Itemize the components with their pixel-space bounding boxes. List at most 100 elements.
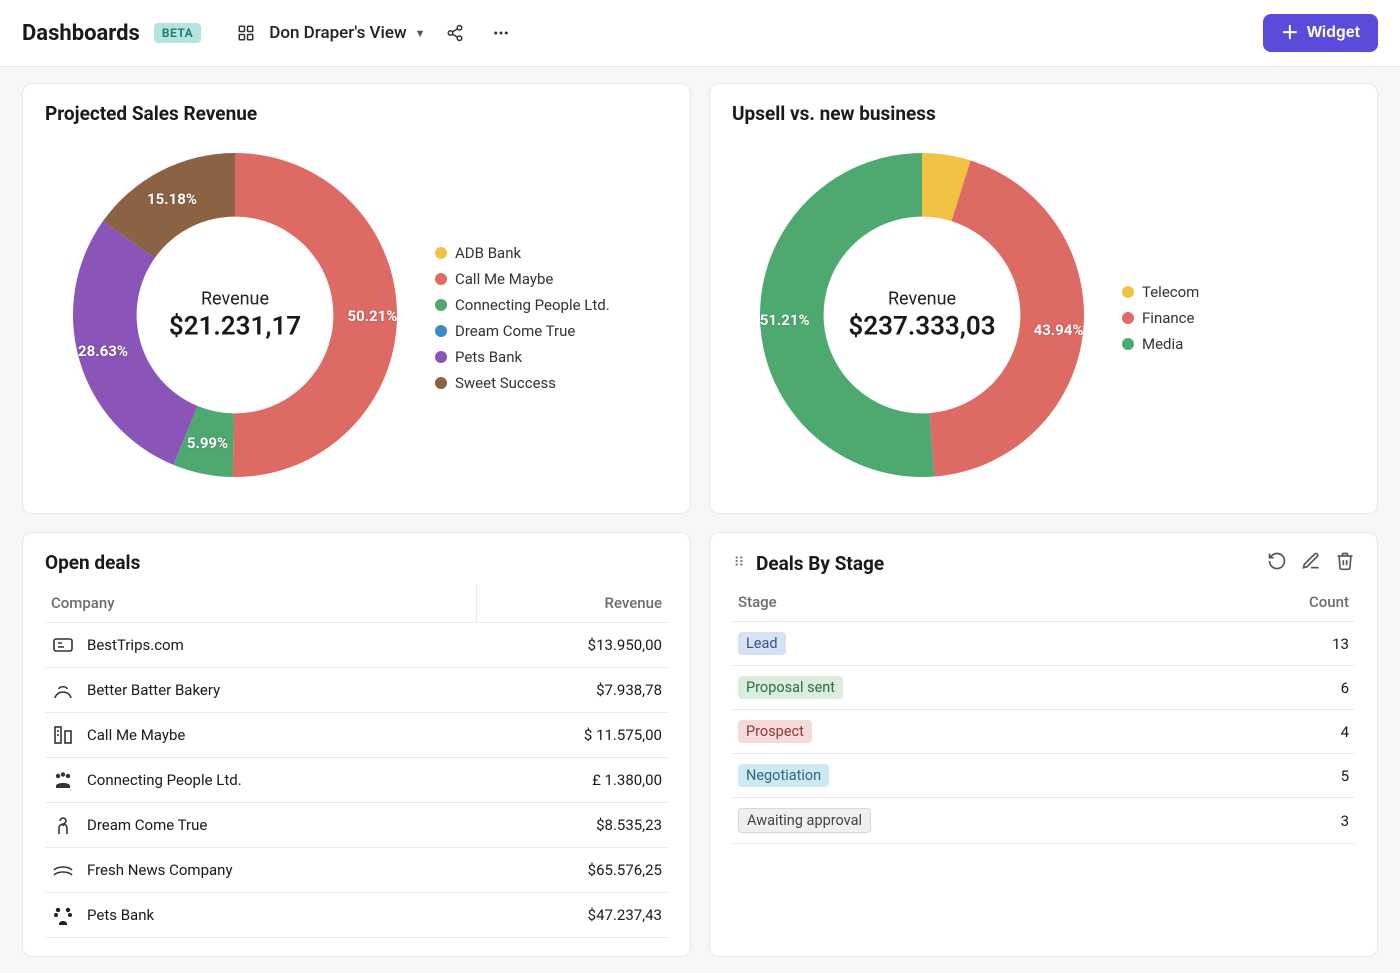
legend-dot-icon <box>1122 286 1134 298</box>
donut-slice-label: 50.21% <box>347 307 397 325</box>
table-row[interactable]: Connecting People Ltd.£ 1.380,00 <box>45 758 668 803</box>
undo-icon[interactable] <box>1267 551 1287 575</box>
col-count[interactable]: Count <box>1191 583 1355 622</box>
donut-center-value: $237.333,03 <box>848 312 995 342</box>
table-row[interactable]: Negotiation 5 <box>732 754 1355 798</box>
more-icon[interactable] <box>485 17 517 49</box>
revenue-cell: $13.950,00 <box>476 623 668 668</box>
add-widget-button[interactable]: ＋ Widget <box>1263 14 1378 52</box>
legend-dot-icon <box>435 247 447 259</box>
col-stage[interactable]: Stage <box>732 583 1191 622</box>
stage-pill: Prospect <box>738 720 812 743</box>
count-cell: 13 <box>1191 622 1355 666</box>
donut-chart-projected: Revenue $21.231,17 50.21%5.99%28.63%15.1… <box>45 135 425 495</box>
revenue-cell: $65.576,25 <box>476 848 668 893</box>
share-icon[interactable] <box>439 17 471 49</box>
legend-label: Telecom <box>1142 283 1199 301</box>
col-revenue[interactable]: Revenue <box>476 584 668 623</box>
legend-dot-icon <box>435 325 447 337</box>
legend-label: Call Me Maybe <box>455 270 553 288</box>
revenue-cell: $ 11.575,00 <box>476 713 668 758</box>
legend-label: Finance <box>1142 309 1194 327</box>
company-name: Connecting People Ltd. <box>87 771 242 789</box>
plus-icon: ＋ <box>1281 24 1299 42</box>
company-icon <box>51 768 75 792</box>
card-title: Upsell vs. new business <box>732 102 1355 125</box>
company-icon <box>51 903 75 927</box>
company-icon <box>51 723 75 747</box>
table-row[interactable]: Awaiting approval3 <box>732 798 1355 844</box>
company-name: Dream Come True <box>87 816 207 834</box>
legend-item[interactable]: Dream Come True <box>435 322 610 340</box>
company-icon <box>51 813 75 837</box>
drag-handle-icon[interactable] <box>732 554 746 572</box>
card-title: Projected Sales Revenue <box>45 102 668 125</box>
card-deals-by-stage: Deals By Stage Stage Count Lead <box>709 532 1378 957</box>
legend-item[interactable]: Pets Bank <box>435 348 610 366</box>
legend-dot-icon <box>435 299 447 311</box>
donut-center-label: Revenue <box>169 289 301 310</box>
company-name: Call Me Maybe <box>87 726 185 744</box>
beta-badge: BETA <box>154 23 201 43</box>
stage-pill: Proposal sent <box>738 676 843 699</box>
donut-slice-label: 51.21% <box>760 311 810 329</box>
open-deals-table: Company Revenue BestTrips.com $13.950,00B… <box>45 584 668 938</box>
donut-slice-label: 5.99% <box>187 434 228 452</box>
stage-pill: Negotiation <box>738 764 829 787</box>
donut-center-label: Revenue <box>848 289 995 310</box>
legend-label: Connecting People Ltd. <box>455 296 610 314</box>
legend-item[interactable]: Finance <box>1122 309 1199 327</box>
deals-by-stage-table: Stage Count Lead13Proposal sent6Prospect… <box>732 583 1355 844</box>
trash-icon[interactable] <box>1335 551 1355 575</box>
table-row[interactable]: Fresh News Company$65.576,25 <box>45 848 668 893</box>
view-name: Don Draper's View <box>269 23 406 43</box>
legend-item[interactable]: ADB Bank <box>435 244 610 262</box>
legend-label: Sweet Success <box>455 374 556 392</box>
legend-item[interactable]: Connecting People Ltd. <box>435 296 610 314</box>
card-title: Open deals <box>45 551 668 574</box>
table-row[interactable]: BestTrips.com $13.950,00 <box>45 623 668 668</box>
widget-button-label: Widget <box>1307 24 1360 42</box>
company-name: Pets Bank <box>87 906 154 924</box>
table-row[interactable]: Dream Come True $8.535,23 <box>45 803 668 848</box>
view-picker[interactable]: Don Draper's View ▼ <box>269 23 425 43</box>
card-upsell: Upsell vs. new business Revenue $237.333… <box>709 83 1378 514</box>
revenue-cell: $47.237,43 <box>476 893 668 938</box>
count-cell: 4 <box>1191 710 1355 754</box>
col-company[interactable]: Company <box>45 584 476 623</box>
legend-label: ADB Bank <box>455 244 521 262</box>
legend-label: Media <box>1142 335 1183 353</box>
table-row[interactable]: Lead 13 <box>732 622 1355 666</box>
legend-dot-icon <box>435 377 447 389</box>
card-open-deals: Open deals Company Revenue BestTrips.com… <box>22 532 691 957</box>
count-cell: 6 <box>1191 666 1355 710</box>
table-row[interactable]: Proposal sent 6 <box>732 666 1355 710</box>
apps-grid-icon[interactable] <box>237 24 255 42</box>
count-cell: 5 <box>1191 754 1355 798</box>
legend-projected: ADB Bank Call Me Maybe Connecting People L… <box>435 238 610 392</box>
stage-pill: Awaiting approval <box>738 808 871 833</box>
legend-dot-icon <box>1122 338 1134 350</box>
table-row[interactable]: Better Batter Bakery$7.938,78 <box>45 668 668 713</box>
donut-chart-upsell: Revenue $237.333,03 43.94%51.21% <box>732 135 1112 495</box>
legend-item[interactable]: Media <box>1122 335 1199 353</box>
table-row[interactable]: Call Me Maybe $ 11.575,00 <box>45 713 668 758</box>
revenue-cell: $8.535,23 <box>476 803 668 848</box>
legend-item[interactable]: Telecom <box>1122 283 1199 301</box>
company-icon <box>51 858 75 882</box>
legend-dot-icon <box>435 351 447 363</box>
table-row[interactable]: Pets Bank $47.237,43 <box>45 893 668 938</box>
stage-pill: Lead <box>738 632 786 655</box>
page-title: Dashboards <box>22 21 140 46</box>
legend-upsell: Telecom Finance Media <box>1122 277 1199 353</box>
legend-item[interactable]: Sweet Success <box>435 374 610 392</box>
revenue-cell: $7.938,78 <box>476 668 668 713</box>
donut-slice-label: 15.18% <box>147 190 197 208</box>
edit-icon[interactable] <box>1301 551 1321 575</box>
dashboard-grid: Projected Sales Revenue Revenue $21.231,… <box>0 67 1400 973</box>
top-bar: Dashboards BETA Don Draper's View ▼ ＋ Wi… <box>0 0 1400 67</box>
legend-label: Pets Bank <box>455 348 522 366</box>
company-name: BestTrips.com <box>87 636 184 654</box>
table-row[interactable]: Prospect 4 <box>732 710 1355 754</box>
legend-item[interactable]: Call Me Maybe <box>435 270 610 288</box>
